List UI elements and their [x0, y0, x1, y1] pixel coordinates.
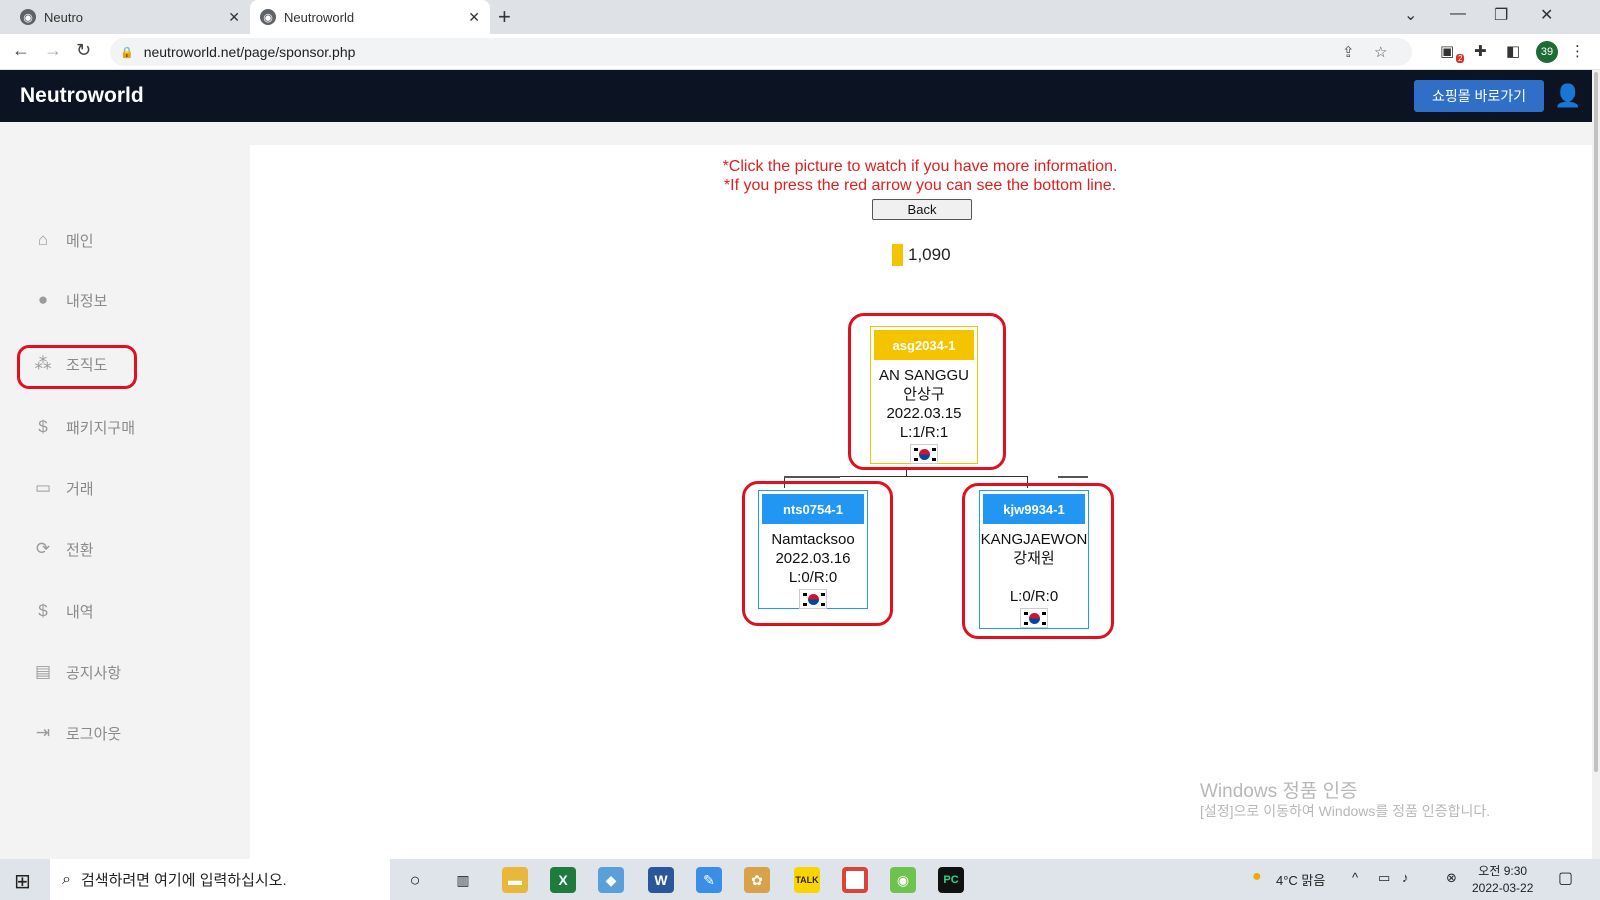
- ime-icon[interactable]: ⊗: [1446, 870, 1457, 886]
- menu-kebab-icon[interactable]: ⋮: [1570, 42, 1585, 60]
- close-window-icon[interactable]: ✕: [1540, 5, 1553, 25]
- clock-date: 2022-03-22: [1472, 881, 1534, 895]
- side-panel-icon[interactable]: ◧: [1506, 42, 1520, 60]
- star-icon[interactable]: ☆: [1374, 43, 1387, 61]
- sidebar-item-package[interactable]: $ 패키지구매: [32, 413, 135, 441]
- weather-text[interactable]: 4°C 맑음: [1276, 870, 1325, 889]
- excel-icon[interactable]: X: [550, 867, 576, 893]
- sidebar-item-label: 메인: [66, 232, 94, 250]
- close-tab-icon[interactable]: ✕: [468, 9, 480, 26]
- logout-icon: ⇥: [35, 723, 51, 742]
- sidebar-item-logout[interactable]: ⇥ 로그아웃: [32, 719, 121, 747]
- sidebar-item-label: 로그아웃: [66, 725, 122, 743]
- site-header: Neutroworld 쇼핑몰 바로가기 👤: [0, 70, 1592, 122]
- taskbar-search[interactable]: ⌕ 검색하려면 여기에 입력하십시오.: [50, 859, 390, 900]
- exchange-icon: ⟳: [35, 539, 51, 558]
- sidebar-item-label: 내정보: [66, 292, 108, 310]
- tab-neutroworld[interactable]: ◉ Neutroworld ✕: [250, 0, 490, 34]
- profile-avatar[interactable]: 39: [1536, 41, 1558, 63]
- sidebar-item-exchange[interactable]: ⟳ 전환: [32, 535, 94, 563]
- highlight-root-node: [848, 313, 1006, 470]
- tree-connector: [784, 476, 840, 478]
- back-arrow-icon[interactable]: ←: [12, 40, 30, 61]
- address-bar[interactable]: 🔒 neutroworld.net/page/sponsor.php ⇪ ☆: [110, 38, 1412, 66]
- sidebar-item-label: 내역: [66, 603, 94, 621]
- puzzle-icon[interactable]: ✚: [1474, 42, 1487, 60]
- money-bag-icon: $: [38, 601, 48, 620]
- highlight-right-node: [962, 483, 1114, 639]
- clock-time: 오전 9:30: [1478, 864, 1528, 878]
- reload-icon[interactable]: ↻: [76, 40, 91, 61]
- highlight-left-node: [742, 481, 893, 626]
- points-bar-icon: [892, 244, 903, 266]
- taskbar: ⊞ ⌕ 검색하려면 여기에 입력하십시오. ○ ▥ ▬ X ◆ W ✎ ✿ TA…: [0, 859, 1600, 900]
- user-icon[interactable]: 👤: [1554, 83, 1581, 109]
- taskbar-clock[interactable]: 오전 9:30 2022-03-22: [1472, 863, 1533, 897]
- pycharm-icon[interactable]: PC: [938, 867, 964, 893]
- person-icon: ●: [37, 290, 49, 309]
- sidebar-item-label: 패키지구매: [66, 419, 136, 437]
- notification-icon[interactable]: ▢: [1558, 868, 1573, 888]
- url-text: neutroworld.net/page/sponsor.php: [143, 44, 356, 60]
- network-icon[interactable]: ▭: [1378, 870, 1390, 886]
- home-icon: ⌂: [37, 230, 49, 249]
- windows-start-icon[interactable]: ⊞: [14, 869, 31, 894]
- close-tab-icon[interactable]: ✕: [228, 9, 240, 26]
- task-view-icon[interactable]: ▥: [450, 867, 476, 893]
- sidebar-item-label: 공지사항: [66, 664, 122, 682]
- tab-label: Neutro: [44, 9, 84, 25]
- sidebar-item-label: 거래: [66, 480, 94, 498]
- tray-chevron-icon[interactable]: ^: [1352, 870, 1358, 885]
- cortana-icon[interactable]: ○: [402, 867, 428, 893]
- points-value: 1,090: [908, 245, 951, 264]
- brand-logo[interactable]: Neutroworld: [20, 84, 144, 108]
- browser-tabstrip: ◉ Neutro ✕ ◉ Neutroworld ✕ + ⌄ — ❐ ✕: [0, 0, 1600, 34]
- globe-icon: ◉: [260, 9, 276, 25]
- sidebar-item-main[interactable]: ⌂ 메인: [32, 226, 94, 254]
- sidebar-item-label: 전환: [66, 541, 94, 559]
- volume-icon[interactable]: ♪: [1402, 870, 1409, 885]
- notepad-app-icon[interactable]: ✎: [696, 867, 722, 893]
- activation-watermark-text: [설정]으로 이동하여 Windows를 정품 인증합니다.: [1200, 803, 1491, 819]
- taskbar-search-placeholder: 검색하려면 여기에 입력하십시오.: [80, 872, 287, 889]
- tab-neutro[interactable]: ◉ Neutro ✕: [10, 0, 250, 34]
- forward-arrow-icon[interactable]: →: [44, 40, 62, 61]
- scrollbar-thumb[interactable]: [1594, 72, 1598, 772]
- app-icon[interactable]: ◆: [598, 867, 624, 893]
- sidebar-item-history[interactable]: $ 내역: [32, 597, 94, 625]
- paint-icon[interactable]: ✿: [744, 867, 770, 893]
- weather-sun-icon: ●: [1252, 868, 1262, 885]
- browser-toolbar: ← → ↻ 🔒 neutroworld.net/page/sponsor.php…: [0, 34, 1600, 70]
- extension-badge: 2: [1456, 54, 1465, 63]
- search-icon: ⌕: [62, 870, 71, 888]
- wallet-icon: ▭: [34, 478, 52, 497]
- shop-button[interactable]: 쇼핑몰 바로가기: [1414, 80, 1544, 112]
- share-icon[interactable]: ⇪: [1342, 43, 1355, 61]
- new-tab-button[interactable]: +: [498, 4, 511, 30]
- tree-connector: [1058, 476, 1088, 478]
- restore-icon[interactable]: ❐: [1494, 5, 1508, 25]
- activation-watermark-title: Windows 정품 인증: [1200, 781, 1358, 802]
- tab-search-icon[interactable]: ⌄: [1404, 5, 1417, 25]
- kakaotalk-icon[interactable]: TALK: [794, 867, 820, 893]
- globe-icon: ◉: [20, 9, 36, 25]
- minimize-icon[interactable]: —: [1450, 5, 1466, 23]
- points-display: 1,090: [892, 244, 951, 266]
- file-explorer-icon[interactable]: ▬: [502, 867, 528, 893]
- notice-line-1: *Click the picture to watch if you have …: [722, 158, 1118, 175]
- money-bag-icon: $: [38, 417, 48, 436]
- notice-line-2: *If you press the red arrow you can see …: [723, 177, 1117, 194]
- highlight-orgchart: [17, 345, 137, 389]
- chrome-icon[interactable]: [842, 867, 868, 893]
- tab-label: Neutroworld: [284, 9, 355, 25]
- extension-icon[interactable]: ▣: [1440, 42, 1454, 60]
- app-green-icon[interactable]: ◉: [890, 867, 916, 893]
- lock-icon: 🔒: [120, 46, 134, 59]
- word-icon[interactable]: W: [648, 867, 674, 893]
- sidebar-item-notice[interactable]: ▤ 공지사항: [32, 658, 121, 686]
- chat-icon: ▤: [34, 662, 52, 681]
- back-button[interactable]: Back: [872, 199, 972, 220]
- sidebar-item-trade[interactable]: ▭ 거래: [32, 474, 94, 502]
- sidebar-item-myinfo[interactable]: ● 내정보: [32, 286, 108, 314]
